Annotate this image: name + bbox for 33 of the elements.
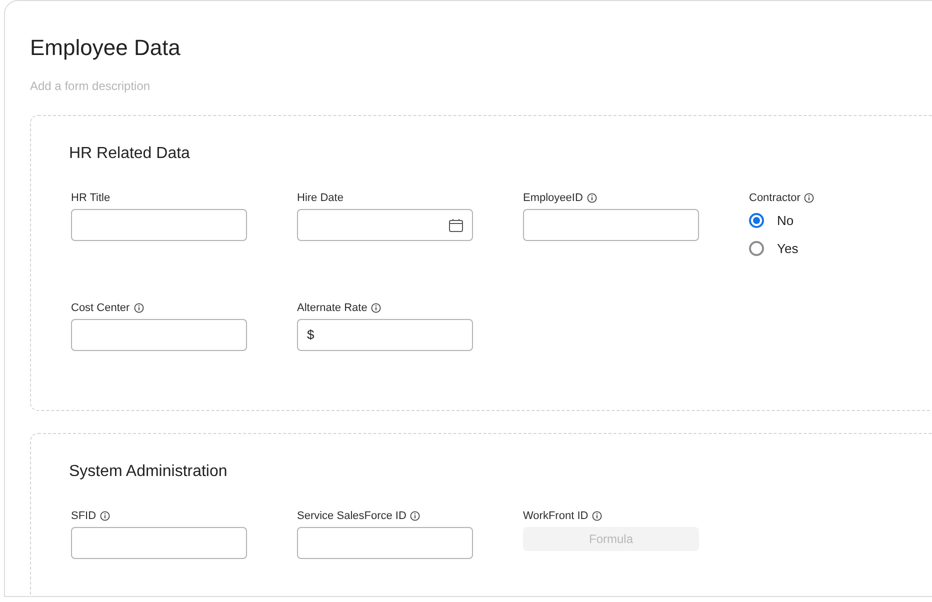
field-label: WorkFront ID xyxy=(523,510,588,522)
info-icon[interactable] xyxy=(371,303,382,313)
form-title: Employee Data xyxy=(30,34,182,62)
field-label: Alternate Rate xyxy=(297,302,368,314)
field-label: SFID xyxy=(71,510,96,522)
info-icon[interactable] xyxy=(100,511,110,521)
info-icon[interactable] xyxy=(134,303,144,313)
field-label: Contractor xyxy=(749,192,800,204)
text-field[interactable] xyxy=(523,209,699,241)
section-title: HR Related Data xyxy=(69,144,191,164)
info-icon[interactable] xyxy=(592,511,602,521)
radio-label: Yes xyxy=(777,240,798,258)
text-field[interactable] xyxy=(71,527,247,559)
info-icon[interactable] xyxy=(586,193,597,203)
info-icon[interactable] xyxy=(804,193,814,203)
field-label: HR Title xyxy=(71,192,110,204)
info-icon[interactable] xyxy=(410,511,420,521)
field-label: EmployeeID xyxy=(523,192,583,204)
currency-symbol: $ xyxy=(307,326,314,344)
radio-label: No xyxy=(777,212,794,230)
field-label: Cost Center xyxy=(71,302,130,314)
radio-button[interactable] xyxy=(749,213,764,228)
date-field[interactable] xyxy=(297,209,473,241)
text-field[interactable] xyxy=(71,209,247,241)
field-label: Service SalesForce ID xyxy=(297,510,406,522)
text-field[interactable] xyxy=(297,527,473,559)
formula-field: Formula xyxy=(523,527,699,551)
currency-field[interactable]: $ xyxy=(297,319,473,351)
radio-button[interactable] xyxy=(749,240,764,256)
text-field[interactable] xyxy=(71,319,247,351)
calendar-icon[interactable] xyxy=(449,218,463,232)
field-label: Hire Date xyxy=(297,192,344,204)
section-title: System Administration xyxy=(69,462,228,482)
